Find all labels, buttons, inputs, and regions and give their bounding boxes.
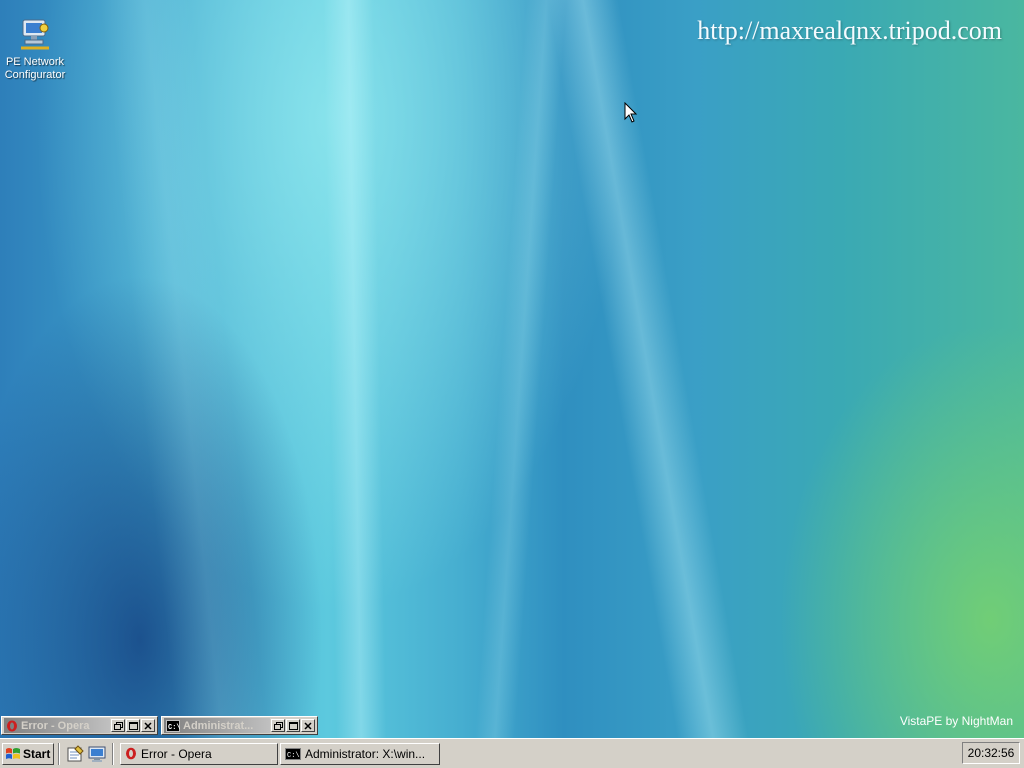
svg-text:C:\: C:\	[168, 724, 180, 732]
notepad-icon	[67, 744, 84, 761]
network-configurator-icon	[21, 19, 49, 50]
maximize-icon	[288, 721, 298, 730]
opera-icon	[7, 720, 17, 731]
minimized-window-title[interactable]: Error - Opera	[4, 718, 110, 733]
opera-icon	[126, 747, 136, 760]
mouse-cursor-icon	[624, 102, 638, 123]
taskbar: Start Error - Opera C:\ Administrator: X…	[0, 738, 1024, 768]
maximize-icon	[128, 721, 138, 730]
wallpaper-light-beam	[322, 0, 388, 738]
console-icon: C:\	[285, 747, 301, 760]
desktop[interactable]: PE Network Configurator http://maxrealqn…	[0, 0, 1024, 738]
restore-icon	[113, 721, 123, 730]
wallpaper-light-beam	[542, 0, 758, 738]
start-button[interactable]: Start	[2, 742, 54, 765]
desktop-icon-label: PE Network Configurator	[4, 56, 66, 81]
taskbar-button-administrator[interactable]: C:\ Administrator: X:\win...	[280, 742, 440, 765]
taskbar-separator	[58, 742, 60, 765]
maximize-button[interactable]	[286, 719, 300, 732]
wallpaper-brand-text: VistaPE by NightMan	[899, 714, 1013, 728]
svg-text:C:\: C:\	[287, 752, 300, 760]
minimized-window-title[interactable]: C:\ Administrat...	[164, 718, 270, 733]
close-icon	[144, 721, 152, 730]
restore-icon	[273, 721, 283, 730]
maximize-button[interactable]	[126, 719, 140, 732]
console-icon: C:\	[166, 719, 180, 732]
quick-launch-notepad[interactable]	[64, 743, 86, 765]
restore-button[interactable]	[111, 719, 125, 732]
taskbar-button-label: Error - Opera	[141, 746, 212, 761]
taskbar-separator	[112, 742, 114, 765]
taskbar-button-label: Administrator: X:\win...	[305, 746, 426, 761]
close-button[interactable]	[141, 719, 155, 732]
close-button[interactable]	[301, 719, 315, 732]
restore-button[interactable]	[271, 719, 285, 732]
wallpaper-url-text: http://maxrealqnx.tripod.com	[697, 16, 1002, 45]
clock-text: 20:32:56	[967, 746, 1015, 760]
windows-logo-icon	[6, 747, 20, 759]
system-tray-clock[interactable]: 20:32:56	[962, 742, 1020, 764]
wallpaper-light-beam	[470, 0, 570, 738]
minimized-window-title-text: Administrat...	[183, 719, 254, 732]
wallpaper-light-beam	[96, 0, 274, 738]
minimized-window-opera[interactable]: Error - Opera	[1, 716, 158, 735]
show-desktop-icon	[88, 746, 106, 762]
quick-launch-show-desktop[interactable]	[86, 743, 108, 765]
close-icon	[304, 721, 312, 730]
start-label: Start	[23, 746, 51, 761]
minimized-window-administrator[interactable]: C:\ Administrat...	[161, 716, 318, 735]
taskbar-button-opera[interactable]: Error - Opera	[120, 742, 278, 765]
desktop-icon-pe-network-configurator[interactable]: PE Network Configurator	[2, 18, 68, 82]
minimized-window-title-text: Error - Opera	[21, 719, 90, 732]
